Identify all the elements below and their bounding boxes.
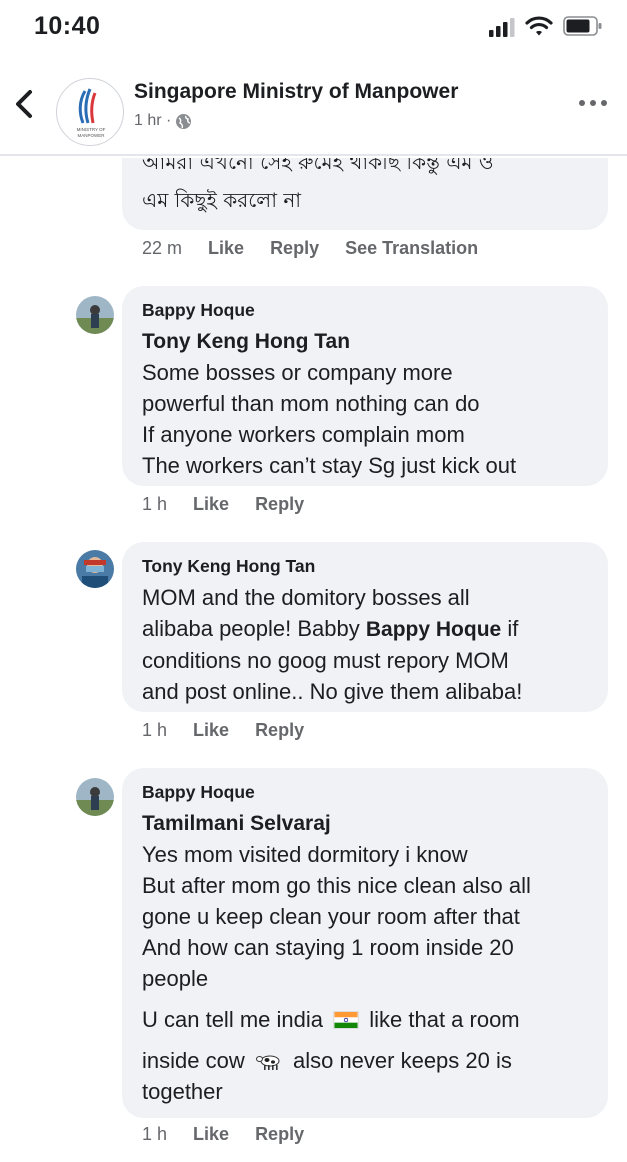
comment-text-line: people bbox=[142, 966, 209, 991]
comment-text-line: MOM and the domitory bosses all bbox=[142, 585, 470, 610]
comment-text-fragment: if bbox=[501, 616, 519, 641]
comment-bubble: Bappy Hoque Tamilmani Selvaraj Yes mom v… bbox=[122, 768, 608, 1118]
comment-bubble: Tony Keng Hong Tan MOM and the domitory … bbox=[122, 542, 608, 712]
comment-body: Tamilmani Selvaraj Yes mom visited dormi… bbox=[142, 808, 531, 1107]
svg-text:MANPOWER: MANPOWER bbox=[78, 133, 106, 138]
like-button[interactable]: Like bbox=[208, 238, 244, 259]
comment-text-line: And how can staying 1 room inside 20 bbox=[142, 935, 514, 960]
comment-actions: 1 h Like Reply bbox=[142, 720, 330, 741]
comment-text-line: together bbox=[142, 1079, 223, 1104]
comment-text-line: conditions no goog must repory MOM bbox=[142, 648, 509, 673]
status-time: 10:40 bbox=[34, 12, 101, 40]
comment-actions: 22 m Like Reply See Translation bbox=[142, 238, 504, 259]
back-arrow-icon[interactable] bbox=[10, 86, 40, 122]
page-avatar[interactable]: MINISTRY OF MANPOWER bbox=[56, 78, 124, 146]
profile-photo-icon bbox=[76, 296, 114, 334]
comment-author[interactable]: Bappy Hoque bbox=[142, 300, 255, 321]
battery-icon bbox=[563, 16, 602, 36]
comment-text-fragment: alibaba people! Babby bbox=[142, 616, 366, 641]
comment-text-line: Some bosses or company more bbox=[142, 360, 453, 385]
comment-time: 22 m bbox=[142, 238, 183, 258]
like-button[interactable]: Like bbox=[193, 1124, 229, 1145]
commenter-avatar[interactable] bbox=[76, 550, 114, 588]
commenter-avatar[interactable] bbox=[76, 778, 114, 816]
comment-text-line: U can tell me india like that a room bbox=[142, 1004, 531, 1035]
comment-bubble: Bappy Hoque Tony Keng Hong Tan Some boss… bbox=[122, 286, 608, 486]
like-button[interactable]: Like bbox=[193, 494, 229, 515]
comment-text-line: and post online.. No give them alibaba! bbox=[142, 679, 523, 704]
comment-bubble: আমরা এখনো সেই রুমেই থাকছি কিন্তু এম ও এম… bbox=[122, 158, 608, 230]
comments-list: আমরা এখনো সেই রুমেই থাকছি কিন্তু এম ও এম… bbox=[0, 158, 627, 1162]
comment-text-fragment: U can tell me india bbox=[142, 1007, 323, 1032]
mom-logo-icon: MINISTRY OF MANPOWER bbox=[77, 88, 106, 138]
comment-text-line: But after mom go this nice clean also al… bbox=[142, 873, 531, 898]
svg-text:MINISTRY OF: MINISTRY OF bbox=[77, 127, 106, 132]
comment-text-line: The workers can’t stay Sg just kick out bbox=[142, 453, 517, 478]
reply-button[interactable]: Reply bbox=[255, 494, 304, 515]
comment-text-line: alibaba people! Babby Bappy Hoque if bbox=[142, 613, 522, 645]
mention-link[interactable]: Tony Keng Hong Tan bbox=[142, 326, 516, 357]
profile-photo-icon bbox=[76, 550, 114, 588]
more-options-icon[interactable] bbox=[578, 98, 608, 108]
commenter-avatar[interactable] bbox=[76, 296, 114, 334]
wifi-icon bbox=[525, 16, 553, 36]
see-translation-button[interactable]: See Translation bbox=[345, 238, 478, 259]
mention-link[interactable]: Tamilmani Selvaraj bbox=[142, 808, 531, 839]
comment-author[interactable]: Bappy Hoque bbox=[142, 782, 255, 803]
comment-text-line: এম কিছুই করলো না bbox=[142, 188, 302, 212]
profile-photo-icon bbox=[76, 778, 114, 816]
comment-body: Tony Keng Hong Tan Some bosses or compan… bbox=[142, 326, 516, 481]
post-header: MINISTRY OF MANPOWER Singapore Ministry … bbox=[0, 56, 627, 156]
reply-button[interactable]: Reply bbox=[270, 238, 319, 259]
cow-emoji-icon bbox=[255, 1055, 280, 1070]
comment-author[interactable]: Tony Keng Hong Tan bbox=[142, 556, 315, 577]
post-age: 1 hr · bbox=[134, 112, 172, 129]
status-bar: 10:40 bbox=[0, 0, 627, 56]
comment-time: 1 h bbox=[142, 494, 168, 514]
reply-button[interactable]: Reply bbox=[255, 1124, 304, 1145]
comment-time: 1 h bbox=[142, 1124, 168, 1144]
like-button[interactable]: Like bbox=[193, 720, 229, 741]
comment-text-line: gone u keep clean your room after that bbox=[142, 904, 520, 929]
comment-actions: 1 h Like Reply bbox=[142, 1124, 330, 1145]
reply-button[interactable]: Reply bbox=[255, 720, 304, 741]
post-meta: 1 hr · bbox=[134, 112, 192, 130]
comment-text-line: inside cow also never keeps 20 is bbox=[142, 1045, 531, 1076]
comment-text-fragment: like that a room bbox=[369, 1007, 520, 1032]
comment-text-fragment: also never keeps 20 is bbox=[292, 1048, 512, 1073]
comment-text-line: আমরা এখনো সেই রুমেই থাকছি কিন্তু এম ও bbox=[142, 158, 494, 174]
comment-text-line: If anyone workers complain mom bbox=[142, 422, 465, 447]
comment-text-fragment: inside cow bbox=[142, 1048, 245, 1073]
comment-actions: 1 h Like Reply bbox=[142, 494, 330, 515]
page-name[interactable]: Singapore Ministry of Manpower bbox=[134, 80, 458, 104]
mention-link[interactable]: Bappy Hoque bbox=[366, 618, 501, 641]
comment-body: MOM and the domitory bosses all alibaba … bbox=[142, 582, 522, 707]
cellular-signal-icon bbox=[489, 18, 515, 37]
india-flag-icon bbox=[333, 1011, 360, 1029]
comment-time: 1 h bbox=[142, 720, 168, 740]
comment-text-line: powerful than mom nothing can do bbox=[142, 391, 480, 416]
globe-icon bbox=[176, 113, 192, 129]
comment-text-line: Yes mom visited dormitory i know bbox=[142, 842, 468, 867]
